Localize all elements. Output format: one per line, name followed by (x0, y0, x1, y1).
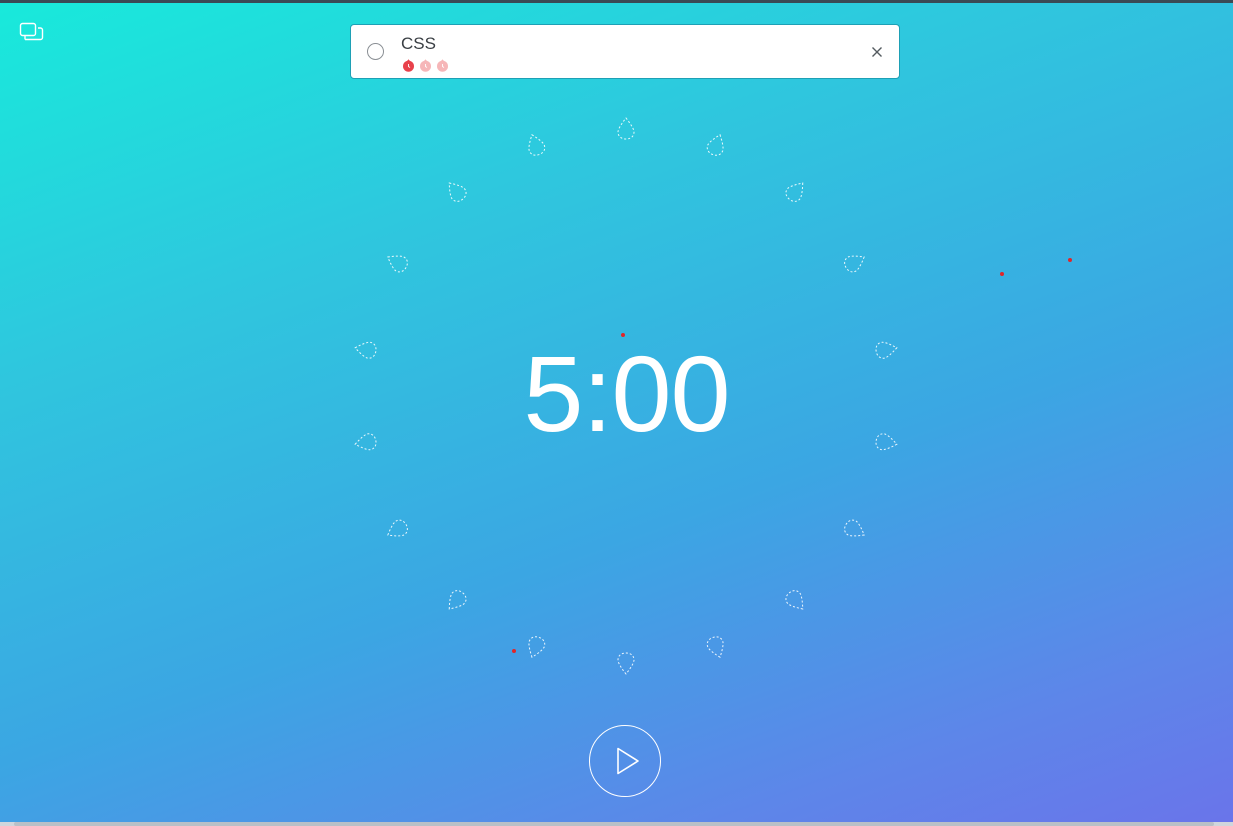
red-dot (621, 333, 625, 337)
pomodoro-app: CSS 5:00 (0, 0, 1233, 826)
circle-check-icon[interactable] (367, 43, 384, 60)
close-task-button[interactable] (869, 44, 885, 60)
petal-mark (387, 255, 408, 273)
window-top-border (0, 0, 1233, 3)
horizontal-scrollbar[interactable] (0, 822, 1233, 826)
play-icon (617, 747, 639, 775)
petal-mark (617, 652, 635, 675)
tomato-icon-active (403, 59, 414, 72)
petal-mark (387, 519, 408, 537)
petal-mark (528, 134, 546, 156)
tomato-icon-inactive (420, 59, 431, 72)
petal-mark (844, 519, 865, 537)
petal-mark (706, 636, 724, 658)
task-title: CSS (401, 34, 436, 53)
petal-mark (448, 182, 467, 202)
petal-mark (785, 590, 804, 610)
mini-window-button[interactable] (19, 22, 45, 44)
current-task-card[interactable]: CSS (350, 24, 900, 79)
petal-mark (785, 182, 804, 202)
mini-window-icon (19, 22, 44, 41)
scrollbar-thumb[interactable] (14, 822, 1214, 826)
red-dot (1068, 258, 1072, 262)
play-button[interactable] (589, 725, 661, 797)
red-dot (1000, 272, 1004, 276)
petal-mark (448, 590, 467, 610)
petal-mark (844, 255, 865, 273)
tomato-icon-inactive (437, 59, 448, 72)
close-icon (872, 47, 882, 57)
petal-mark (706, 134, 724, 156)
red-dot (512, 649, 516, 653)
pomodoro-progress (402, 59, 449, 72)
timer-display: 5:00 (523, 333, 730, 454)
petal-mark (528, 636, 546, 658)
petal-mark (617, 117, 635, 140)
